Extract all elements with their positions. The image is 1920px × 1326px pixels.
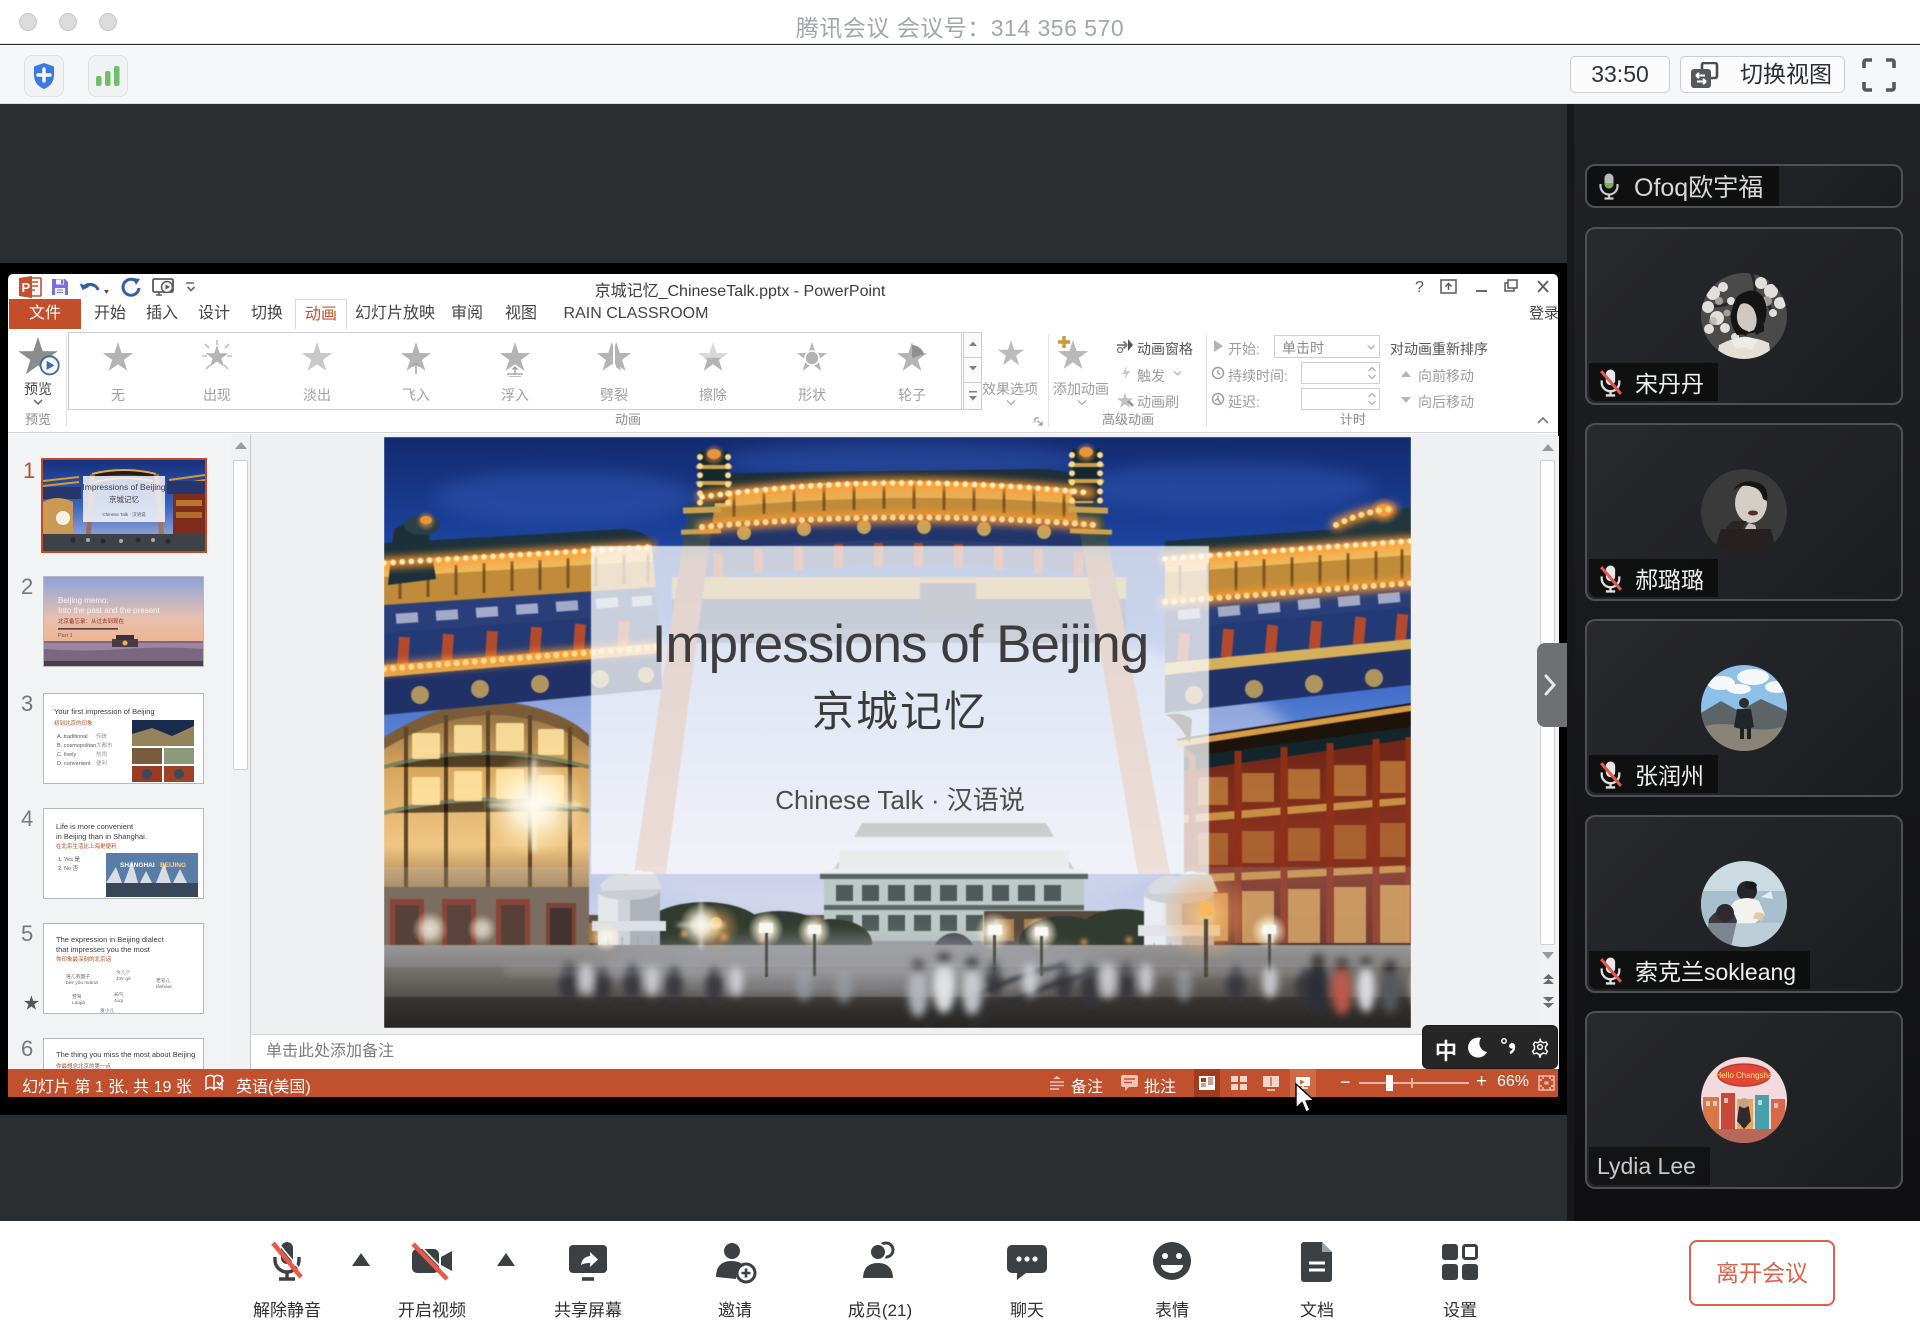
svg-text:便利: 便利 bbox=[96, 759, 107, 767]
svg-text:Láojià: Láojià bbox=[72, 1000, 85, 1006]
svg-text:你印象最深刻的北京话: 你印象最深刻的北京话 bbox=[56, 955, 112, 963]
svg-text:bèir yǒu miànzi: bèir yǒu miànzi bbox=[66, 980, 98, 986]
svg-text:北京备忘录：从过去到现在: 北京备忘录：从过去到现在 bbox=[58, 617, 125, 625]
svg-text:Beijing memo:: Beijing memo: bbox=[58, 596, 109, 605]
svg-text:劳驾: 劳驾 bbox=[72, 993, 82, 1000]
svg-text:初到北京的印象: 初到北京的印象 bbox=[54, 719, 93, 727]
svg-text:?: ? bbox=[1415, 279, 1424, 295]
svg-text:大都市: 大都市 bbox=[96, 741, 113, 749]
svg-text:P: P bbox=[22, 280, 31, 295]
svg-text:Impressions of Beijing: Impressions of Beijing bbox=[82, 482, 165, 492]
svg-text:The thing you miss the most ab: The thing you miss the most about Beijin… bbox=[56, 1050, 195, 1059]
svg-text:传统: 传统 bbox=[96, 732, 108, 740]
svg-text:in Beijing than in Shanghai.: in Beijing than in Shanghai. bbox=[56, 832, 147, 841]
svg-text:Your first impression of Beiji: Your first impression of Beijing bbox=[54, 707, 155, 716]
svg-text:The expression in Beijing dial: The expression in Beijing dialect bbox=[56, 935, 164, 944]
svg-text:Jīnr gè: Jīnr gè bbox=[116, 976, 131, 982]
svg-text:京城记忆: 京城记忆 bbox=[109, 494, 139, 504]
svg-text:你最想念北京的第一点: 你最想念北京的第一点 bbox=[56, 1062, 112, 1069]
svg-text:Part 1: Part 1 bbox=[58, 633, 73, 639]
svg-text:Hello Changsha: Hello Changsha bbox=[1716, 1071, 1773, 1080]
svg-text:老号儿: 老号儿 bbox=[156, 977, 171, 984]
svg-text:Chinese Talk · 汉语说: Chinese Talk · 汉语说 bbox=[102, 511, 146, 518]
svg-text:Into the past and the present: Into the past and the present bbox=[58, 606, 161, 615]
svg-text:B. cosmopolitan: B. cosmopolitan bbox=[57, 743, 96, 749]
svg-text:lǎohàor: lǎohàor bbox=[156, 984, 172, 990]
svg-text:局气: 局气 bbox=[114, 991, 124, 998]
svg-text:BEIJING: BEIJING bbox=[160, 862, 186, 869]
svg-text:D. convenient: D. convenient bbox=[57, 761, 91, 767]
svg-text:Júqì: Júqì bbox=[114, 998, 124, 1004]
svg-text:1. Yes 是: 1. Yes 是 bbox=[58, 856, 81, 863]
svg-text:发小儿: 发小儿 bbox=[100, 1007, 115, 1014]
svg-text:SHANGHAI: SHANGHAI bbox=[120, 862, 155, 869]
svg-text:倍儿有面子: 倍儿有面子 bbox=[66, 973, 90, 980]
svg-text:热闹: 热闹 bbox=[96, 750, 107, 758]
svg-text:2. No 否: 2. No 否 bbox=[58, 865, 79, 872]
svg-text:在北京生活比上海更便利: 在北京生活比上海更便利 bbox=[56, 842, 117, 850]
svg-text:Life is more convenient: Life is more convenient bbox=[56, 822, 134, 831]
svg-text:C. lively: C. lively bbox=[57, 752, 77, 758]
svg-text:今儿个: 今儿个 bbox=[116, 969, 131, 976]
svg-text:that impresses you the most: that impresses you the most bbox=[56, 945, 151, 954]
svg-text:A. traditional: A. traditional bbox=[57, 734, 88, 740]
